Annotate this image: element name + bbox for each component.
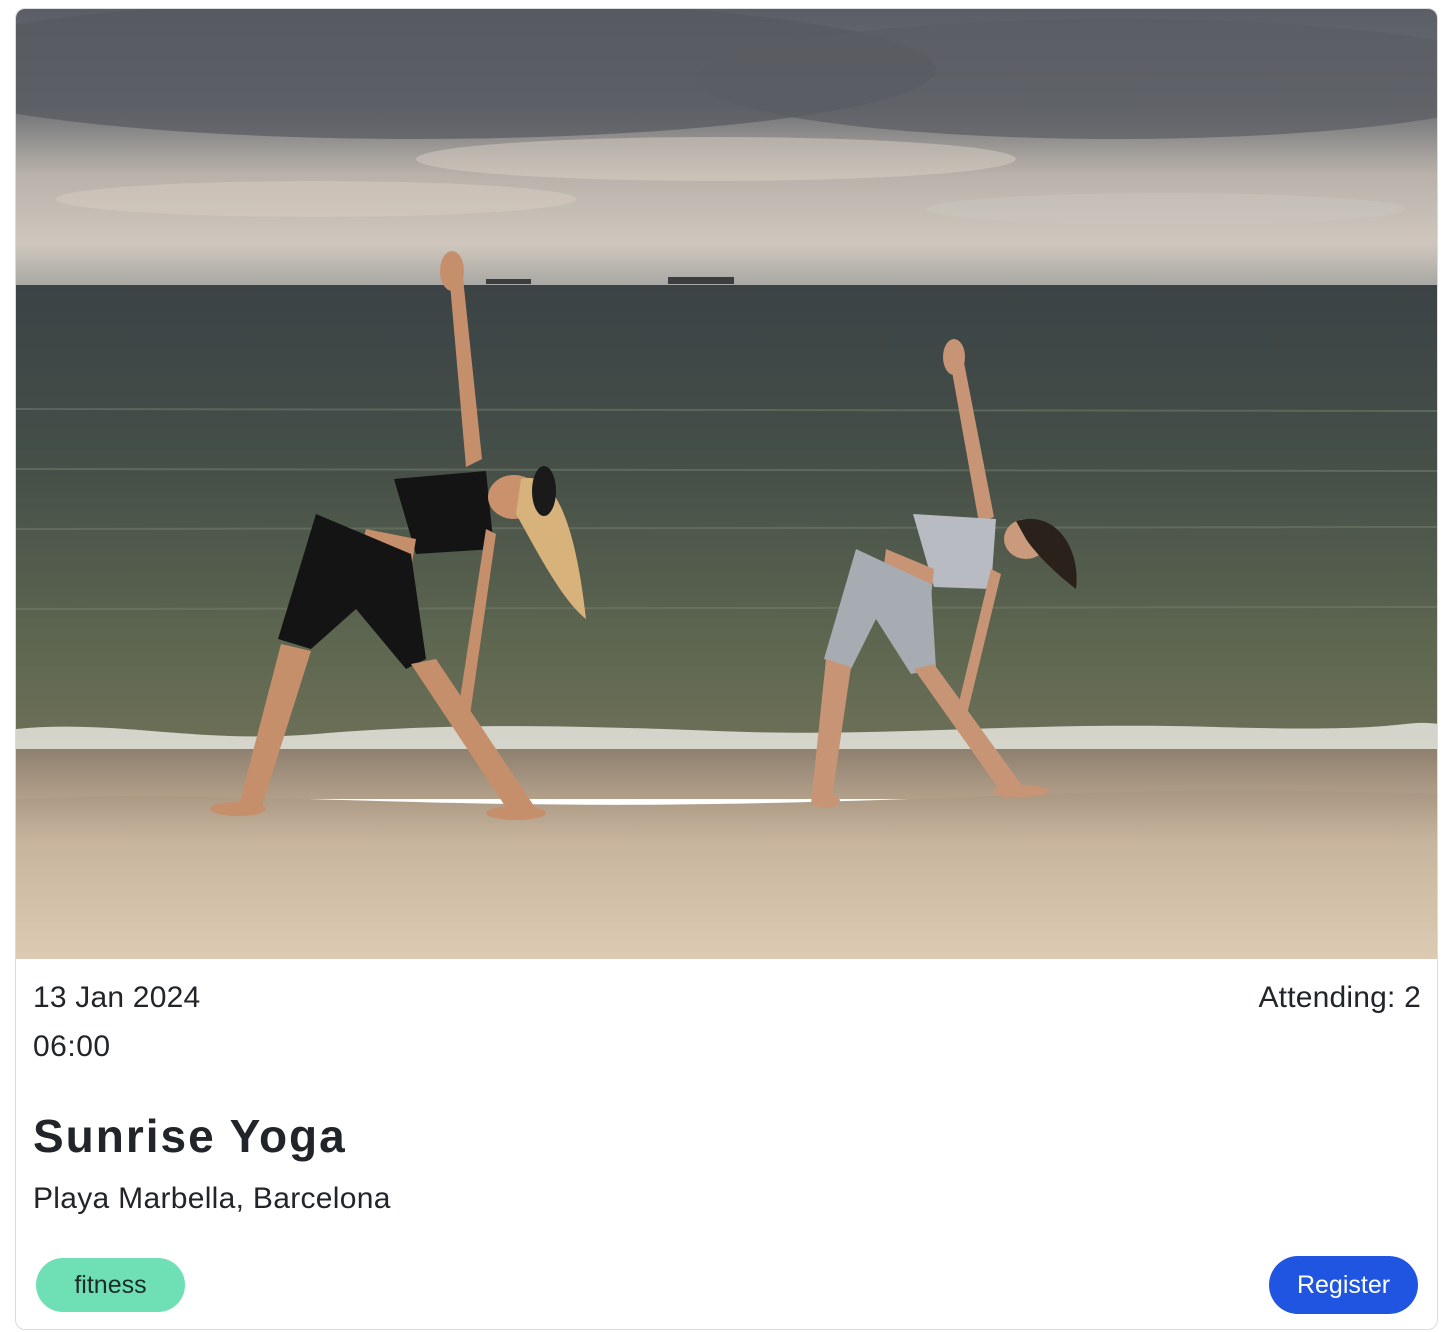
event-title: Sunrise Yoga	[33, 1110, 347, 1162]
event-location: Playa Marbella, Barcelona	[33, 1182, 391, 1215]
event-time: 06:00	[33, 1030, 111, 1063]
event-photo	[16, 9, 1437, 959]
attending-count: Attending: 2	[1258, 981, 1421, 1014]
event-card[interactable]: 13 Jan 2024 06:00 Attending: 2 Sunrise Y…	[15, 8, 1438, 1330]
category-tag: fitness	[36, 1258, 185, 1312]
register-button[interactable]: Register	[1269, 1256, 1418, 1314]
event-date: 13 Jan 2024	[33, 981, 201, 1014]
